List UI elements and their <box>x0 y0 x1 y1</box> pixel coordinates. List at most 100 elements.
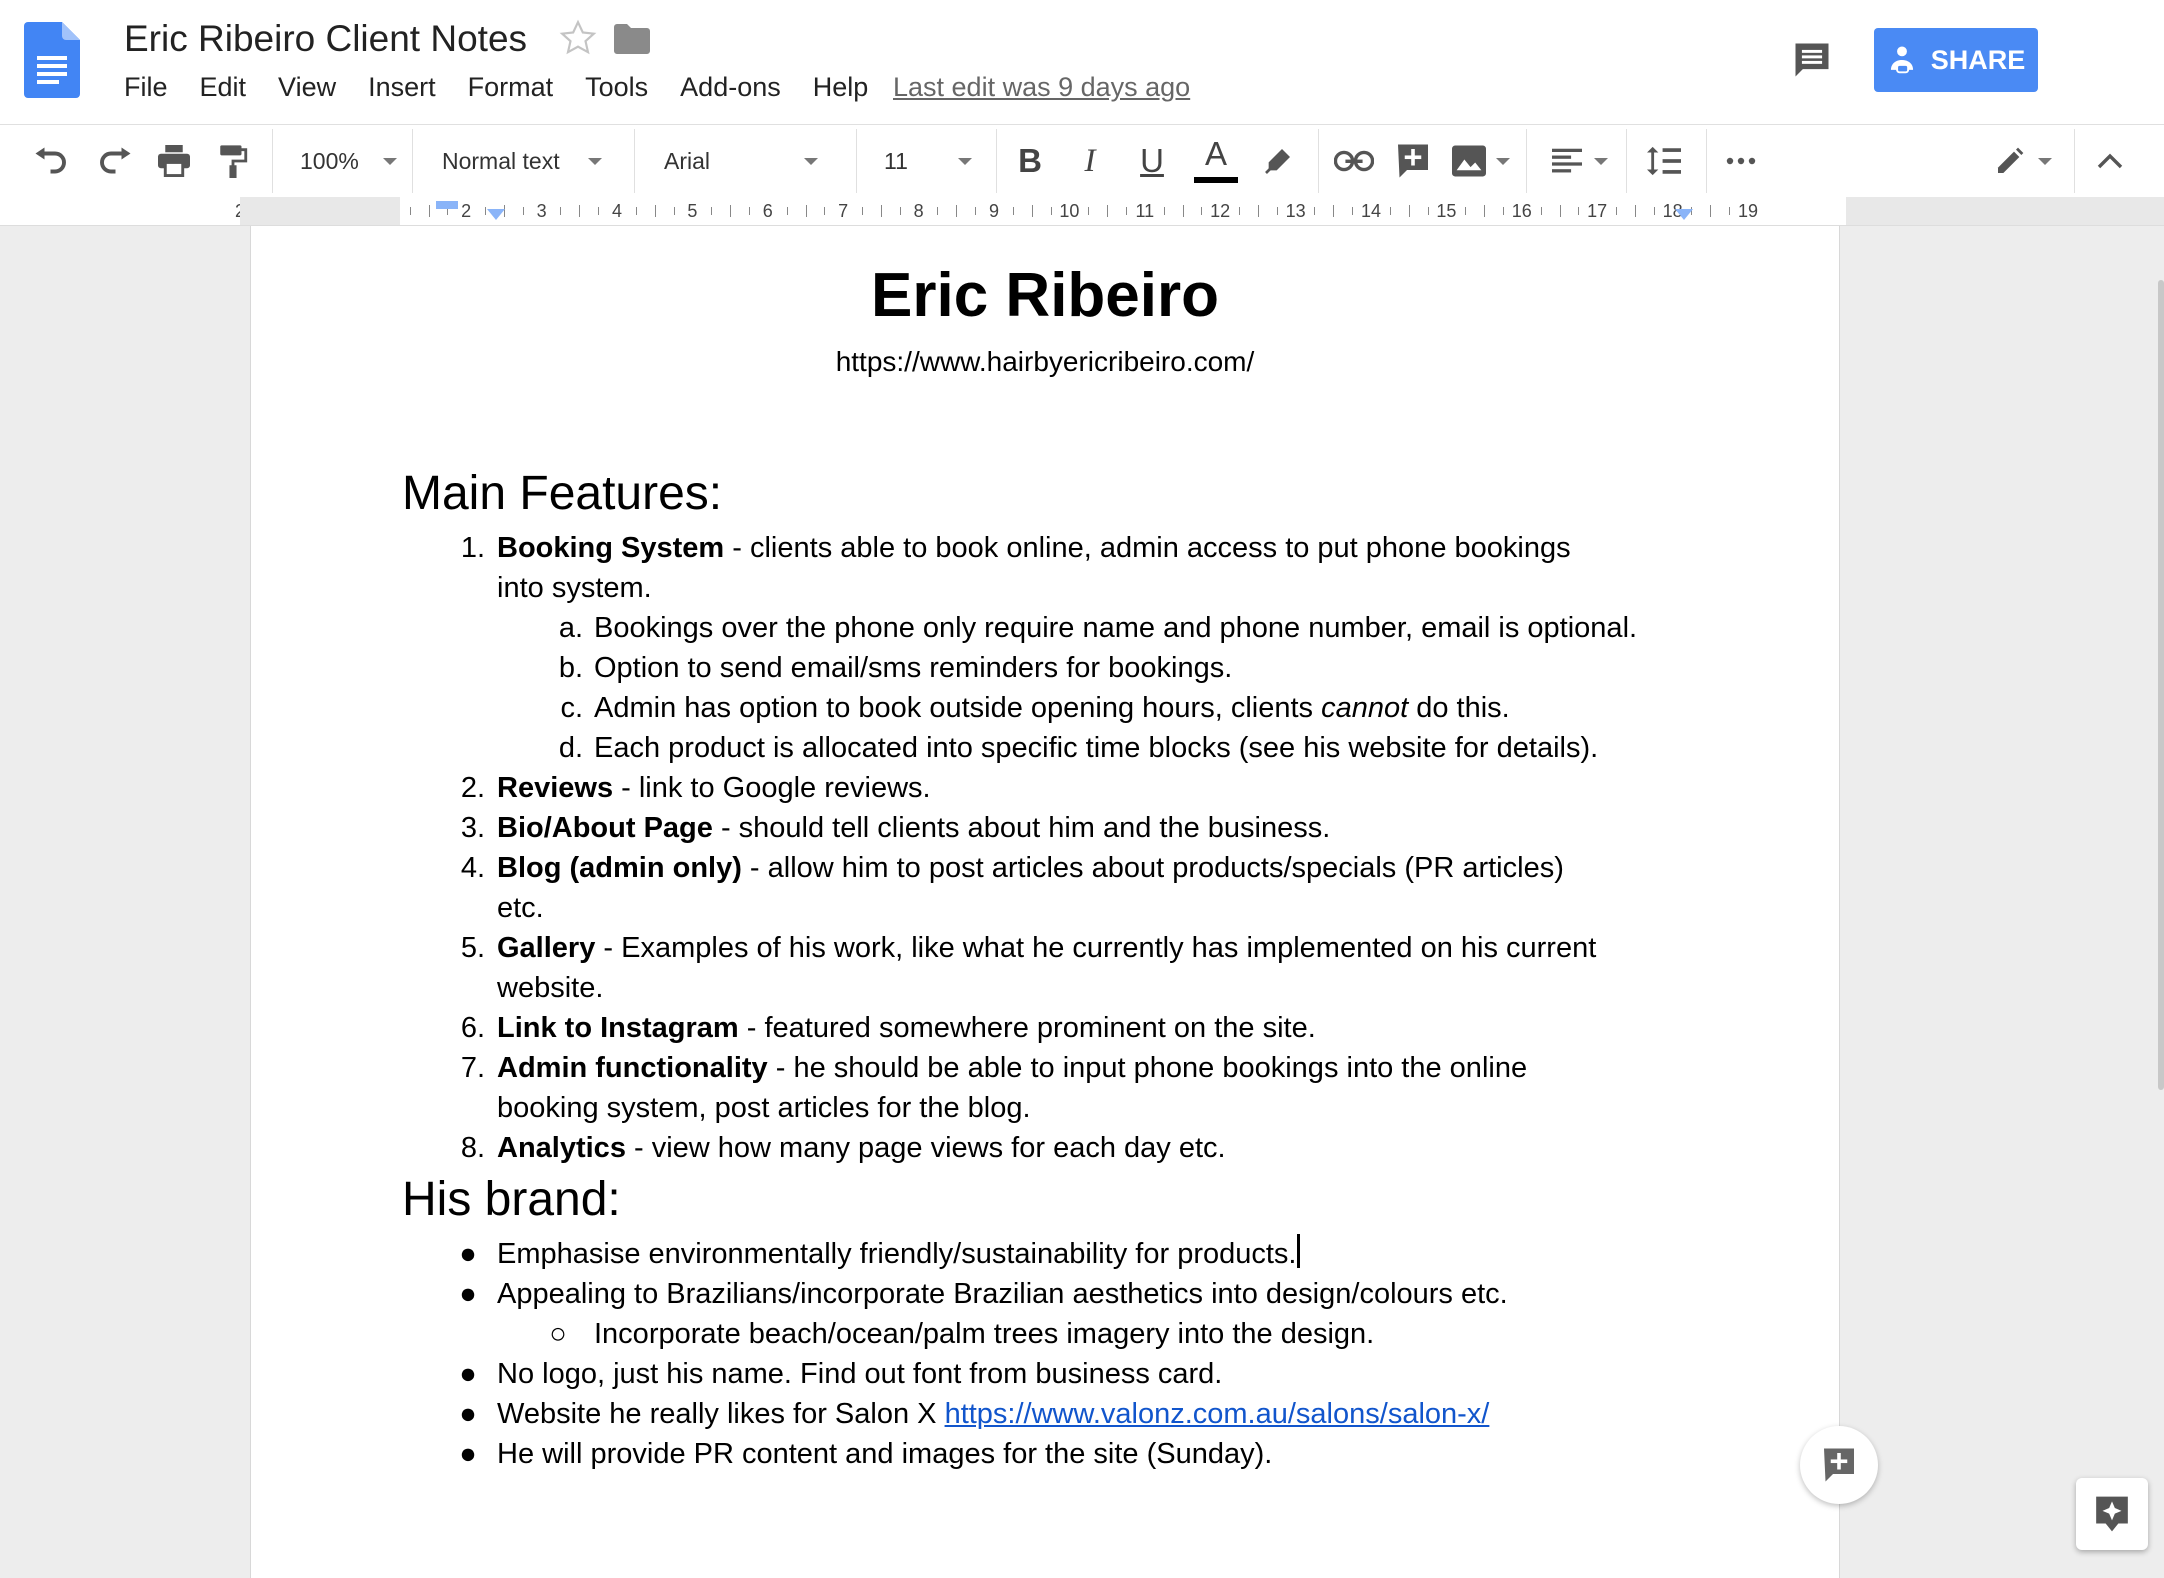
document-title[interactable]: Eric Ribeiro Client Notes <box>124 18 527 60</box>
italic-button[interactable]: I <box>1070 125 1110 197</box>
redo-icon[interactable] <box>96 125 132 197</box>
ruler-tick <box>1465 207 1467 215</box>
ruler-tick <box>409 207 411 215</box>
ruler-tick <box>1616 207 1618 215</box>
ruler-tick <box>1578 207 1580 215</box>
ruler-tick <box>485 207 487 215</box>
ruler-tick <box>937 207 939 215</box>
ruler-tick <box>730 205 732 217</box>
editing-mode-icon[interactable] <box>1994 125 2052 197</box>
docs-logo-icon[interactable] <box>24 22 80 98</box>
undo-icon[interactable] <box>34 125 70 197</box>
align-left-icon[interactable] <box>1552 125 1608 197</box>
salon-x-link[interactable]: https://www.valonz.com.au/salons/salon-x… <box>945 1398 1490 1430</box>
bold-button[interactable]: B <box>1010 125 1050 197</box>
ruler-tick <box>1031 205 1033 217</box>
comments-icon[interactable] <box>1790 38 1834 82</box>
menu-insert[interactable]: Insert <box>368 72 436 103</box>
first-line-indent-marker[interactable] <box>436 201 458 209</box>
insert-image-icon[interactable] <box>1452 125 1510 197</box>
ruler-tick <box>579 205 581 217</box>
list-item: 3. Bio/About Page - should tell clients … <box>460 812 1331 844</box>
list-item: 6. Link to Instagram - featured somewher… <box>460 1012 1316 1044</box>
explore-button[interactable] <box>2076 1478 2148 1550</box>
ruler-tick <box>1257 205 1259 217</box>
font-size-select[interactable]: 11 <box>884 125 972 197</box>
menu-edit[interactable]: Edit <box>200 72 247 103</box>
section-title-features: Main Features: <box>402 467 723 520</box>
ruler-label: 10 <box>1059 201 1080 221</box>
document-page[interactable]: Eric Ribeiro https://www.hairbyericribei… <box>250 226 1840 1578</box>
font-select[interactable]: Arial <box>664 125 819 197</box>
zoom-select[interactable]: 100% <box>300 125 397 197</box>
ruler-tick <box>1710 205 1712 217</box>
ruler-tick <box>1653 207 1655 215</box>
menu-file[interactable]: File <box>124 72 168 103</box>
ruler-tick <box>1559 205 1561 217</box>
ruler-tick <box>975 207 977 215</box>
ruler-tick <box>598 207 600 215</box>
add-comment-button[interactable] <box>1800 1426 1878 1504</box>
text-color-button[interactable]: A <box>1194 125 1238 197</box>
zoom-value: 100% <box>300 147 359 174</box>
ruler-tick <box>428 205 430 217</box>
ruler-tick <box>711 207 713 215</box>
underline-icon: U <box>1140 142 1164 179</box>
highlight-icon[interactable] <box>1262 125 1294 197</box>
last-edit-link[interactable]: Last edit was 9 days ago <box>893 72 1190 103</box>
chevron-down-icon <box>957 157 972 165</box>
menu-help[interactable]: Help <box>813 72 869 103</box>
ruler-tick <box>1239 207 1241 215</box>
document-heading: Eric Ribeiro <box>871 261 1219 330</box>
ruler-tick <box>1540 207 1542 215</box>
menu-tools[interactable]: Tools <box>585 72 648 103</box>
ruler-tick <box>1125 207 1127 215</box>
collapse-menu-icon[interactable] <box>2096 125 2124 197</box>
print-icon[interactable] <box>156 125 192 197</box>
left-indent-marker[interactable] <box>487 209 505 220</box>
more-options-icon[interactable] <box>1726 125 1756 197</box>
list-item: 2. Reviews - link to Google reviews. <box>460 772 931 804</box>
share-label: SHARE <box>1930 44 2026 75</box>
insert-comment-icon[interactable] <box>1396 125 1430 197</box>
features-list: 1. Booking System - clients able to book… <box>251 528 1839 1168</box>
explore-icon <box>2096 1496 2128 1532</box>
ruler-tick <box>748 207 750 215</box>
list-item: d. Each product is allocated into specif… <box>558 732 1599 764</box>
ruler-label: 15 <box>1436 201 1457 221</box>
list-item: ○ Incorporate beach/ocean/palm trees ima… <box>549 1318 1375 1350</box>
folder-icon[interactable] <box>614 24 650 54</box>
ruler-tick <box>1276 207 1278 215</box>
menu-view[interactable]: View <box>278 72 336 103</box>
ruler-tick <box>1352 207 1354 215</box>
star-icon[interactable] <box>558 18 598 58</box>
chevron-down-icon <box>587 157 602 165</box>
share-button[interactable]: SHARE <box>1874 28 2038 92</box>
ruler-tick <box>1163 207 1165 215</box>
menu-addons[interactable]: Add-ons <box>680 72 781 103</box>
ruler-tick <box>1050 207 1052 215</box>
style-select[interactable]: Normal text <box>442 125 602 197</box>
ruler-tick <box>1314 207 1316 215</box>
line-spacing-icon[interactable] <box>1646 125 1682 197</box>
menu-format[interactable]: Format <box>468 72 554 103</box>
underline-button[interactable]: U <box>1132 125 1172 197</box>
list-item: 4. Blog (admin only) - allow him to post… <box>460 852 1564 924</box>
right-indent-marker[interactable] <box>1675 209 1693 220</box>
ruler-tick <box>1107 205 1109 217</box>
ruler-tick <box>1427 207 1429 215</box>
paint-format-icon[interactable] <box>218 125 248 197</box>
vertical-scrollbar[interactable] <box>2158 280 2164 1090</box>
list-item: 5. Gallery - Examples of his work, like … <box>460 932 1597 1004</box>
link-icon[interactable] <box>1334 125 1374 197</box>
ruler-label: 3 <box>536 201 547 221</box>
ruler-tick <box>1182 205 1184 217</box>
document-canvas: Eric Ribeiro https://www.hairbyericribei… <box>0 226 2164 1578</box>
ruler-tick <box>522 207 524 215</box>
ruler-label: 2 <box>461 201 472 221</box>
app-header: Eric Ribeiro Client Notes File Edit View… <box>0 0 2164 124</box>
ruler-label: 9 <box>988 201 1000 221</box>
list-item: b. Option to send email/sms reminders fo… <box>558 652 1233 684</box>
toolbar: 100% Normal text Arial 11 B I U A <box>0 124 2164 198</box>
ruler-tick <box>824 207 826 215</box>
